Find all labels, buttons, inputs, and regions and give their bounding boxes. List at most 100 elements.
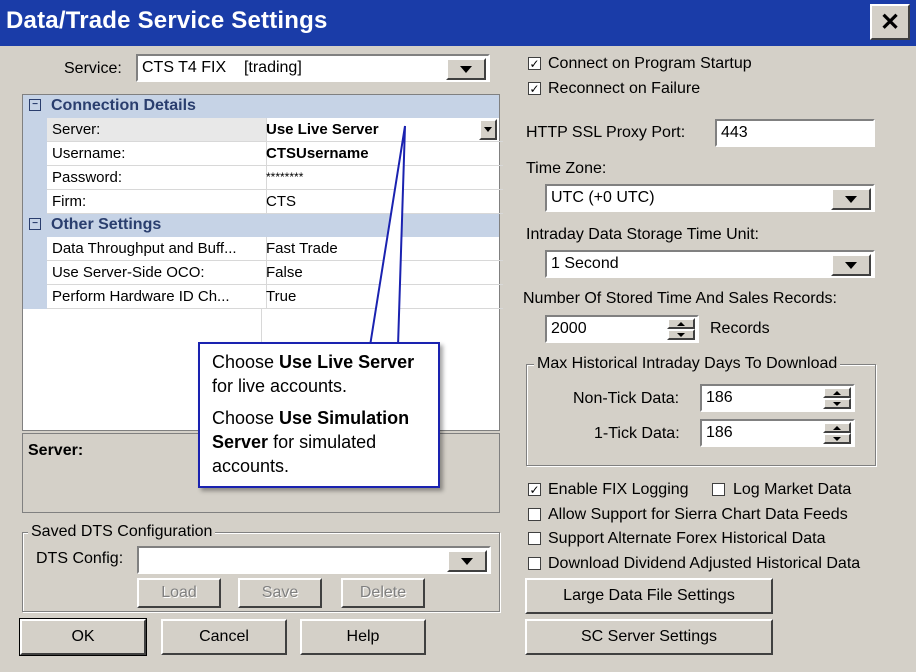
proxy-port-input[interactable]: 443 [715, 119, 875, 147]
ok-button[interactable]: OK [19, 618, 147, 656]
check-icon: ✓ [529, 482, 540, 497]
grid-row-firm[interactable]: Firm: CTS [23, 190, 503, 214]
description-title: Server: [28, 442, 84, 459]
stored-records-label: Number Of Stored Time And Sales Records: [523, 290, 837, 307]
records-unit-label: Records [710, 320, 770, 337]
alt-forex-label[interactable]: Support Alternate Forex Historical Data [548, 530, 825, 548]
dts-config-dropdown-button[interactable] [447, 550, 487, 572]
grid-row-username[interactable]: Username: CTSUsername [23, 142, 503, 166]
one-tick-down-button[interactable] [823, 433, 851, 444]
stored-records-up-button[interactable] [667, 318, 695, 329]
one-tick-up-button[interactable] [823, 422, 851, 433]
arrow-down-icon [677, 332, 685, 337]
arrow-down-icon [833, 401, 841, 406]
intraday-unit-dropdown-button[interactable] [831, 254, 871, 276]
service-value: CTS T4 FIX [trading] [142, 59, 302, 76]
proxy-port-label: HTTP SSL Proxy Port: [526, 124, 686, 141]
arrow-up-icon [677, 321, 685, 326]
row-gutter [23, 142, 47, 166]
row-gutter [23, 118, 47, 142]
save-button[interactable]: Save [238, 578, 322, 608]
grid-row-server[interactable]: Server: Use Live Server [23, 118, 503, 142]
property-name: Data Throughput and Buff... [47, 237, 267, 261]
non-tick-down-button[interactable] [823, 398, 851, 409]
arrow-down-icon [833, 436, 841, 441]
chevron-down-icon [461, 557, 473, 565]
one-tick-label: 1-Tick Data: [594, 425, 680, 442]
reconnect-checkbox[interactable]: ✓ [528, 82, 541, 95]
non-tick-value: 186 [706, 389, 733, 406]
check-icon: ✓ [529, 81, 540, 96]
grid-row-data-throughput[interactable]: Data Throughput and Buff... Fast Trade [23, 237, 503, 261]
intraday-unit-label: Intraday Data Storage Time Unit: [526, 226, 759, 243]
time-zone-value: UTC (+0 UTC) [551, 189, 655, 206]
service-select[interactable]: CTS T4 FIX [trading] [136, 54, 490, 82]
callout-pointer [368, 125, 406, 347]
property-name: Server: [47, 118, 267, 142]
dividend-label[interactable]: Download Dividend Adjusted Historical Da… [548, 555, 860, 573]
arrow-up-icon [833, 390, 841, 395]
one-tick-input[interactable]: 186 [700, 419, 855, 447]
delete-button[interactable]: Delete [341, 578, 425, 608]
property-name: Use Server-Side OCO: [47, 261, 267, 285]
fix-logging-checkbox[interactable]: ✓ [528, 483, 541, 496]
historical-days-title: Max Historical Intraday Days To Download [534, 355, 841, 373]
window-title: Data/Trade Service Settings [6, 7, 328, 34]
intraday-unit-value: 1 Second [551, 255, 619, 272]
chevron-down-icon [845, 195, 857, 203]
time-zone-dropdown-button[interactable] [831, 188, 871, 210]
section-other-settings[interactable]: − Other Settings [23, 214, 499, 237]
chevron-down-icon [460, 65, 472, 73]
section-title: Other Settings [51, 216, 162, 233]
dividend-checkbox[interactable] [528, 557, 541, 570]
sc-server-settings-button[interactable]: SC Server Settings [525, 619, 773, 655]
chevron-down-icon [484, 127, 492, 132]
load-button[interactable]: Load [137, 578, 221, 608]
check-icon: ✓ [529, 56, 540, 71]
grid-row-password[interactable]: Password: ******** [23, 166, 503, 190]
dts-config-label: DTS Config: [36, 550, 124, 567]
close-button[interactable]: ✕ [870, 4, 910, 40]
large-data-file-settings-button[interactable]: Large Data File Settings [525, 578, 773, 614]
property-name: Firm: [47, 190, 267, 214]
property-name: Perform Hardware ID Ch... [47, 285, 267, 309]
one-tick-value: 186 [706, 424, 733, 441]
historical-days-group [526, 364, 876, 466]
stored-records-input[interactable]: 2000 [545, 315, 699, 343]
close-icon: ✕ [879, 8, 901, 36]
reconnect-label[interactable]: Reconnect on Failure [548, 80, 700, 98]
log-market-checkbox[interactable] [712, 483, 725, 496]
row-gutter [23, 285, 47, 309]
allow-sierra-checkbox[interactable] [528, 508, 541, 521]
stored-records-down-button[interactable] [667, 329, 695, 340]
cancel-button[interactable]: Cancel [161, 619, 287, 655]
log-market-label[interactable]: Log Market Data [733, 481, 851, 499]
section-connection-details[interactable]: − Connection Details [23, 95, 499, 118]
non-tick-input[interactable]: 186 [700, 384, 855, 412]
time-zone-label: Time Zone: [526, 160, 607, 177]
collapse-icon[interactable]: − [29, 218, 41, 230]
non-tick-label: Non-Tick Data: [573, 390, 680, 407]
section-title: Connection Details [51, 97, 196, 114]
grid-row-server-side-oco[interactable]: Use Server-Side OCO: False [23, 261, 503, 285]
dts-config-select[interactable] [137, 546, 491, 574]
service-dropdown-button[interactable] [446, 58, 486, 80]
non-tick-up-button[interactable] [823, 387, 851, 398]
time-zone-select[interactable]: UTC (+0 UTC) [545, 184, 875, 212]
proxy-port-value: 443 [721, 124, 748, 141]
callout-sim: Choose Use Simulation Server for simulat… [212, 408, 410, 476]
grid-row-hardware-id[interactable]: Perform Hardware ID Ch... True [23, 285, 503, 309]
property-name: Password: [47, 166, 267, 190]
allow-sierra-label[interactable]: Allow Support for Sierra Chart Data Feed… [548, 506, 848, 524]
collapse-icon[interactable]: − [29, 99, 41, 111]
server-dropdown-button[interactable] [479, 119, 497, 140]
callout-tooltip: Choose Use Live Server for live accounts… [198, 342, 440, 488]
intraday-unit-select[interactable]: 1 Second [545, 250, 875, 278]
chevron-down-icon [845, 261, 857, 269]
alt-forex-checkbox[interactable] [528, 532, 541, 545]
help-button[interactable]: Help [300, 619, 426, 655]
arrow-up-icon [833, 425, 841, 430]
connect-startup-label[interactable]: Connect on Program Startup [548, 55, 752, 73]
fix-logging-label[interactable]: Enable FIX Logging [548, 481, 689, 499]
connect-startup-checkbox[interactable]: ✓ [528, 57, 541, 70]
